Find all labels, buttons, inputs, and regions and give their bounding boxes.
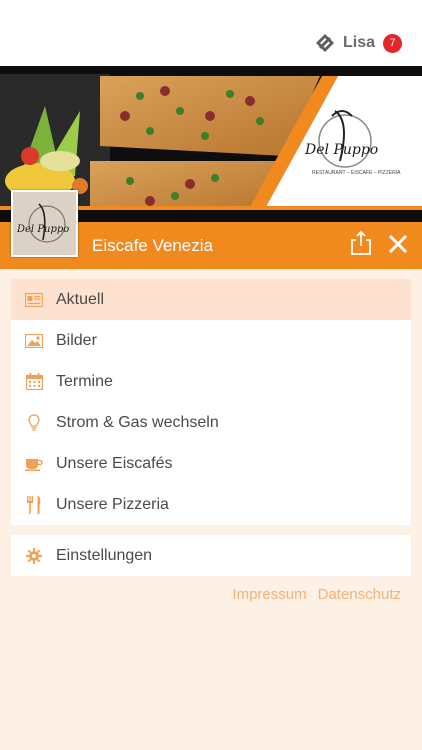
menu-item-aktuell[interactable]: Aktuell (11, 279, 411, 320)
menu-item-termine[interactable]: Termine (11, 361, 411, 402)
menu-item-label: Unsere Eiscafés (56, 454, 173, 472)
menu-item-strom-gas[interactable]: Strom & Gas wechseln (11, 402, 411, 443)
app-logo-icon (315, 33, 335, 53)
user-account[interactable]: Lisa 7 (315, 33, 402, 53)
lightbulb-icon (25, 413, 43, 432)
top-bar: Lisa 7 (0, 0, 422, 66)
settings-label: Einstellungen (56, 546, 153, 564)
close-icon[interactable] (388, 234, 408, 254)
datenschutz-link[interactable]: Datenschutz (318, 586, 401, 603)
user-name: Lisa (342, 34, 375, 51)
news-icon (25, 291, 43, 309)
avatar-text: Del Puppo (16, 224, 69, 235)
calendar-icon (25, 373, 43, 391)
navigation-menu: Aktuell Bilder Termine Strom & Gas wechs… (11, 279, 411, 525)
menu-item-label: Termine (56, 372, 113, 390)
menu-item-label: Strom & Gas wechseln (56, 413, 219, 431)
share-icon[interactable] (350, 230, 372, 256)
cutlery-icon (25, 495, 43, 514)
menu-item-einstellungen[interactable]: Einstellungen (11, 535, 411, 576)
gear-icon (25, 547, 43, 565)
menu-item-label: Aktuell (56, 290, 105, 308)
menu-item-eiscafes[interactable]: Unsere Eiscafés (11, 443, 411, 484)
coffee-cup-icon (25, 455, 43, 473)
menu-item-pizzeria[interactable]: Unsere Pizzeria (11, 484, 411, 525)
page-title: Eiscafe Venezia (92, 236, 213, 255)
menu-item-label: Bilder (56, 331, 97, 349)
footer-links: Impressum Datenschutz (232, 586, 401, 603)
image-icon (25, 332, 43, 350)
logo-text: Del Puppo (304, 142, 378, 158)
menu-item-label: Unsere Pizzeria (56, 495, 169, 513)
avatar: Del Puppo (11, 190, 78, 257)
logo-subtitle: RESTAURANT – EISCAFE – PIZZERIA (312, 170, 401, 176)
notification-badge[interactable]: 7 (383, 33, 402, 53)
menu-item-bilder[interactable]: Bilder (11, 320, 411, 361)
impressum-link[interactable]: Impressum (232, 586, 306, 603)
